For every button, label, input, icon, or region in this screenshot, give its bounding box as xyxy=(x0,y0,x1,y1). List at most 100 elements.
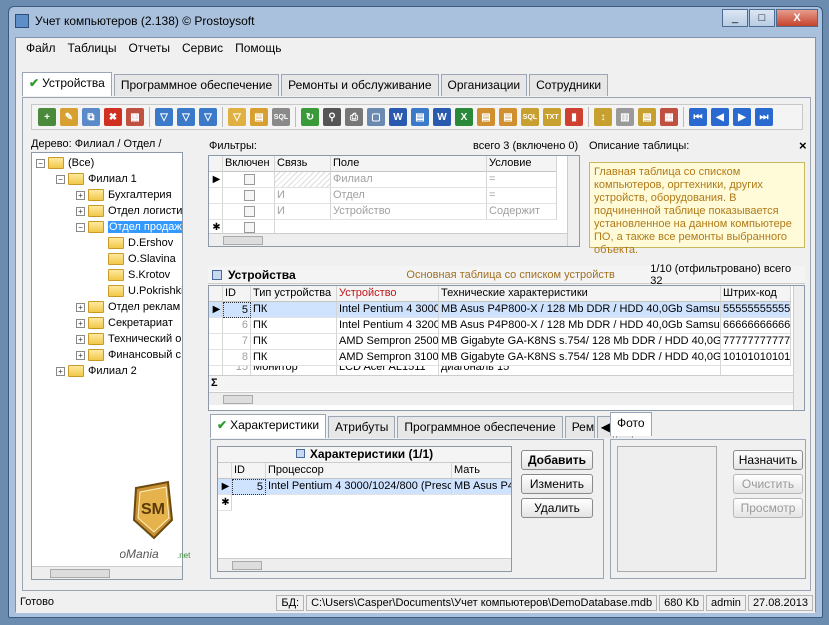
column-header[interactable]: Связь xyxy=(275,156,331,172)
export-sql-icon[interactable]: SQL xyxy=(521,108,539,126)
table-icon[interactable]: ▦ xyxy=(660,108,678,126)
close-icon[interactable]: × xyxy=(799,138,807,153)
view-photo-button[interactable]: Просмотр xyxy=(733,498,803,518)
filter-remove-icon[interactable]: ▽ xyxy=(199,108,217,126)
tab-software-detail[interactable]: Программное обеспечение xyxy=(397,416,563,438)
preview-icon[interactable]: ▢ xyxy=(367,108,385,126)
scroll-thumb[interactable] xyxy=(223,236,263,245)
sort-icon[interactable]: ↕ xyxy=(594,108,612,126)
export-html-icon[interactable]: ▤ xyxy=(477,108,495,126)
delete-icon[interactable]: ✖ xyxy=(104,108,122,126)
filter-row[interactable]: ▶ Филиал = xyxy=(209,172,557,188)
tree-hscrollbar[interactable] xyxy=(32,566,182,579)
tree-node[interactable]: S.Krotov xyxy=(108,267,170,283)
column-header[interactable]: Технические характеристики xyxy=(439,286,721,302)
export-word-icon[interactable]: W xyxy=(389,108,407,126)
collapse-icon[interactable]: − xyxy=(76,222,85,232)
filters-hscrollbar[interactable] xyxy=(209,233,567,246)
settings-icon[interactable]: ▤ xyxy=(638,108,656,126)
column-header[interactable]: Тип устройства xyxy=(251,286,337,302)
tree-node[interactable]: + Отдел логисти xyxy=(76,203,182,219)
next-record-icon[interactable]: ▶ xyxy=(733,108,751,126)
tab-employees[interactable]: Сотрудники xyxy=(529,74,609,96)
tab-software[interactable]: Программное обеспечение xyxy=(113,74,280,96)
filter-enabled-checkbox[interactable] xyxy=(244,189,255,201)
refresh-icon[interactable]: ↻ xyxy=(301,108,319,126)
devices-vscrollbar[interactable] xyxy=(793,286,804,410)
menu-help[interactable]: Помощь xyxy=(229,41,287,55)
tab-attributes[interactable]: Атрибуты xyxy=(328,416,396,438)
edit-button[interactable]: Изменить xyxy=(521,474,593,494)
device-row[interactable]: ▶ 5 ПК Intel Pentium 4 3000 MB Asus P4P8… xyxy=(209,302,791,318)
column-header[interactable]: Поле xyxy=(331,156,487,172)
devices-hscrollbar[interactable] xyxy=(209,392,793,405)
title-bar[interactable]: Учет компьютеров (2.138) © Prostoysoft _… xyxy=(9,7,822,37)
find-icon[interactable]: ⚲ xyxy=(323,108,341,126)
column-header[interactable]: Мать xyxy=(452,463,511,479)
export-excel-icon[interactable]: X xyxy=(455,108,473,126)
delete-all-icon[interactable]: ▦ xyxy=(126,108,144,126)
expand-icon[interactable]: + xyxy=(56,366,65,376)
tree-node[interactable]: + Отдел реклам xyxy=(76,299,180,315)
column-header[interactable]: Процессор xyxy=(266,463,452,479)
expand-icon[interactable]: + xyxy=(76,334,85,344)
tree-node-selected[interactable]: − Отдел продаж xyxy=(76,219,182,235)
device-row[interactable]: 7 ПК AMD Sempron 2500 MB Gigabyte GA-K8N… xyxy=(209,334,791,350)
tab-photo[interactable]: Фото xyxy=(610,412,652,436)
device-row[interactable]: 6 ПК Intel Pentium 4 3200 MB Asus P4P800… xyxy=(209,318,791,334)
characteristics-hscrollbar[interactable] xyxy=(218,558,511,571)
tree-node[interactable]: O.Slavina xyxy=(108,251,176,267)
scroll-thumb[interactable] xyxy=(50,569,110,578)
edit-icon[interactable]: ✎ xyxy=(60,108,78,126)
export-word2-icon[interactable]: W xyxy=(433,108,451,126)
tree-node[interactable]: − (Все) xyxy=(36,155,94,171)
column-header[interactable]: Устройство xyxy=(337,286,439,302)
collapse-icon[interactable]: − xyxy=(36,158,45,168)
filter-icon[interactable]: ▽ xyxy=(155,108,173,126)
column-header[interactable]: ID xyxy=(223,286,251,302)
expand-icon[interactable]: + xyxy=(76,318,85,328)
tree-node[interactable]: + Бухгалтерия xyxy=(76,187,172,203)
expand-icon[interactable]: + xyxy=(76,302,85,312)
sql-icon[interactable]: SQL xyxy=(272,108,290,126)
column-header[interactable]: Включен xyxy=(223,156,275,172)
expand-icon[interactable]: + xyxy=(76,206,85,216)
tree-filter-icon[interactable]: ▽ xyxy=(228,108,246,126)
columns-icon[interactable]: ▥ xyxy=(616,108,634,126)
tab-repairs[interactable]: Ремонты и обслуживание xyxy=(281,74,439,96)
export-doc-icon[interactable]: ▤ xyxy=(411,108,429,126)
prev-record-icon[interactable]: ◀ xyxy=(711,108,729,126)
maximize-button[interactable]: □ xyxy=(749,9,775,27)
filter-enabled-checkbox[interactable] xyxy=(244,221,255,233)
copy-icon[interactable]: ⧉ xyxy=(82,108,100,126)
tree-icon[interactable]: ▤ xyxy=(250,108,268,126)
column-header[interactable]: Штрих-код xyxy=(721,286,791,302)
filters-vscrollbar[interactable] xyxy=(567,156,579,246)
tree-node[interactable]: + Секретариат xyxy=(76,315,173,331)
device-row[interactable]: 15 Монитор LCD Acer AL1511 диагональ 15" xyxy=(209,366,721,375)
first-record-icon[interactable]: ⏮ xyxy=(689,108,707,126)
assign-photo-button[interactable]: Назначить xyxy=(733,450,803,470)
menu-reports[interactable]: Отчеты xyxy=(123,41,176,55)
collapse-icon[interactable]: − xyxy=(56,174,65,184)
close-button[interactable]: X xyxy=(776,9,818,27)
add-button[interactable]: Добавить xyxy=(521,450,593,470)
filter-row[interactable]: И Отдел = xyxy=(209,188,557,204)
tree-node[interactable]: + Филиал 2 xyxy=(56,363,137,379)
tab-characteristics[interactable]: ✔ Характеристики xyxy=(210,414,327,438)
menu-service[interactable]: Сервис xyxy=(176,41,229,55)
tab-repairs-detail[interactable]: Рем xyxy=(564,416,595,438)
menu-file[interactable]: Файл xyxy=(20,41,62,55)
tab-devices[interactable]: ✔ Устройства xyxy=(22,72,112,96)
scroll-thumb[interactable] xyxy=(232,561,262,570)
filter-enabled-checkbox[interactable] xyxy=(244,173,255,185)
tree-node[interactable]: + Финансовый с xyxy=(76,347,181,363)
filter-clear-icon[interactable]: ▽ xyxy=(177,108,195,126)
tree-node[interactable]: + Технический о xyxy=(76,331,181,347)
expand-icon[interactable]: + xyxy=(76,190,85,200)
tree-node[interactable]: D.Ershov xyxy=(108,235,173,251)
scroll-thumb[interactable] xyxy=(223,395,253,404)
expand-icon[interactable]: + xyxy=(76,350,85,360)
chart-icon[interactable]: ▮ xyxy=(565,108,583,126)
last-record-icon[interactable]: ⏭ xyxy=(755,108,773,126)
